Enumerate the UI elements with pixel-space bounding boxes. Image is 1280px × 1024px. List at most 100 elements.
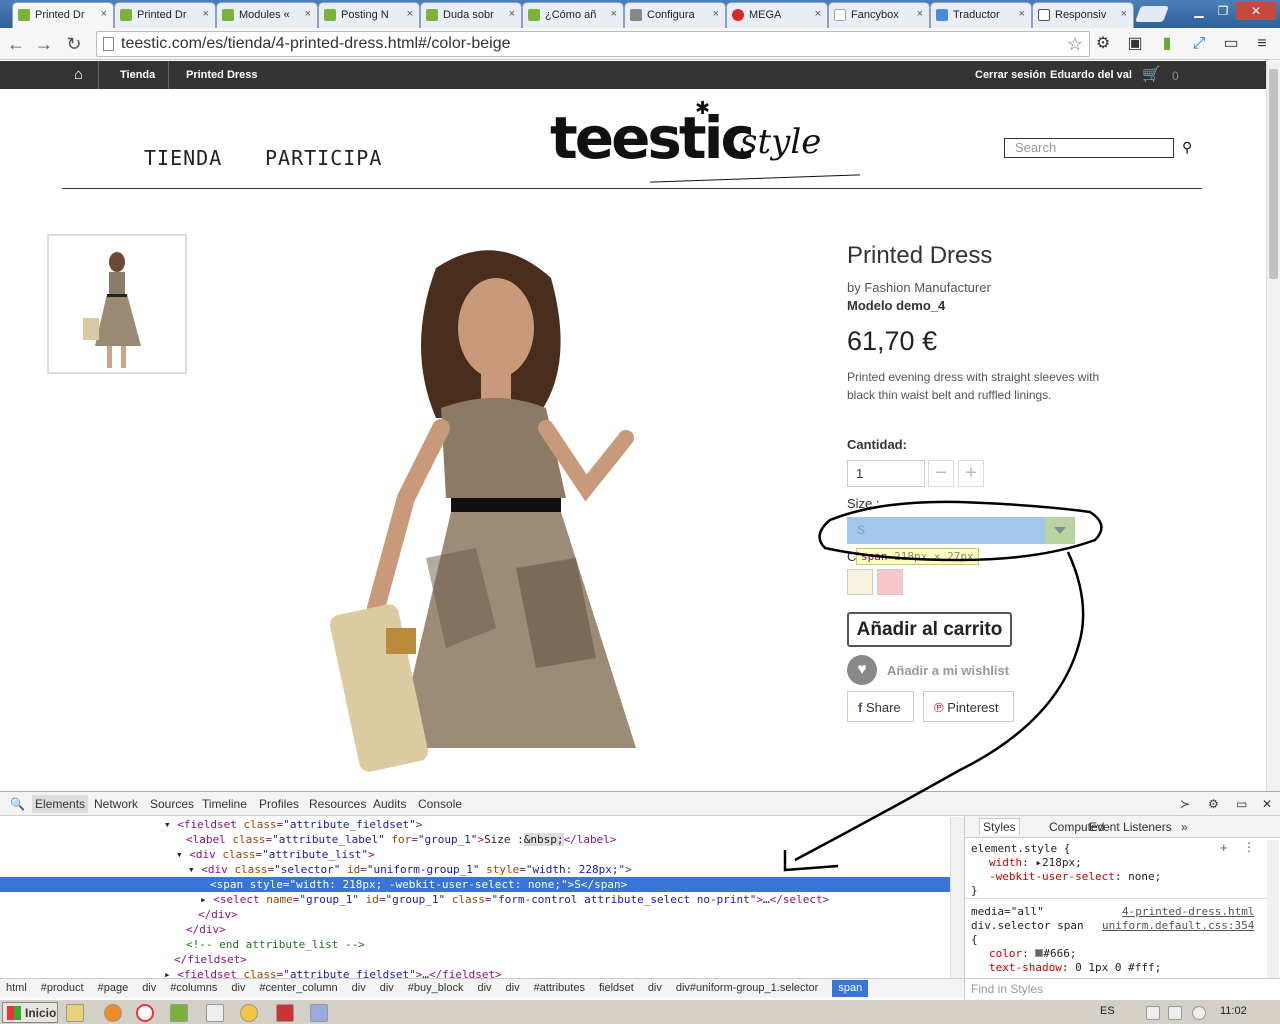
dom-node[interactable]: </div> bbox=[198, 907, 238, 922]
close-tab-icon[interactable]: × bbox=[917, 8, 923, 20]
dom-node[interactable]: <!-- end attribute_list --> bbox=[186, 937, 365, 952]
browser-tab[interactable]: Configura × bbox=[624, 2, 726, 28]
css-property[interactable]: width: ▸218px; bbox=[989, 856, 1082, 869]
dom-breadcrumb-item[interactable]: #columns bbox=[170, 982, 217, 994]
close-tab-icon[interactable]: × bbox=[305, 8, 311, 20]
dom-node[interactable]: ▸ <select name="group_1" id="group_1" cl… bbox=[200, 892, 829, 907]
more-tabs-icon[interactable]: » bbox=[1181, 820, 1188, 834]
dom-breadcrumb-item[interactable]: #buy_block bbox=[408, 982, 464, 994]
dom-breadcrumb-item[interactable]: div bbox=[231, 982, 245, 994]
wishlist-link[interactable]: Añadir a mi wishlist bbox=[887, 663, 1009, 678]
browser-tab[interactable]: Printed Dr × bbox=[12, 2, 114, 28]
menu-icon[interactable]: ≡ bbox=[1252, 34, 1272, 54]
dom-breadcrumb-item[interactable]: div bbox=[506, 982, 520, 994]
new-tab-button[interactable] bbox=[1135, 6, 1169, 22]
volume-icon[interactable] bbox=[1192, 1006, 1206, 1020]
tab-timeline[interactable]: Timeline bbox=[202, 797, 247, 811]
tab-audits[interactable]: Audits bbox=[373, 797, 406, 811]
quantity-minus-button[interactable]: − bbox=[928, 460, 954, 487]
browser-tab[interactable]: Duda sobr × bbox=[420, 2, 522, 28]
heart-icon[interactable]: ♥ bbox=[847, 655, 877, 685]
folder-icon[interactable] bbox=[66, 1004, 84, 1022]
tab-resources[interactable]: Resources bbox=[309, 797, 366, 811]
close-tab-icon[interactable]: × bbox=[611, 8, 617, 20]
menu-tienda[interactable]: TIENDA bbox=[144, 146, 222, 170]
browser-tab[interactable]: Traductor × bbox=[930, 2, 1032, 28]
dom-node[interactable]: </div> bbox=[186, 922, 226, 937]
language-indicator[interactable]: ES bbox=[1100, 1005, 1115, 1017]
dom-breadcrumb-item[interactable]: html bbox=[6, 982, 27, 994]
back-icon[interactable]: ← bbox=[4, 32, 28, 56]
page-scrollbar[interactable] bbox=[1266, 61, 1280, 791]
css-property[interactable]: -webkit-user-select: none; bbox=[989, 870, 1161, 883]
chrome-icon[interactable] bbox=[136, 1004, 154, 1022]
close-tab-icon[interactable]: × bbox=[713, 8, 719, 20]
extension-icon[interactable]: ⤢ bbox=[1189, 34, 1209, 54]
dom-node[interactable]: ▾ <div class="selector" id="uniform-grou… bbox=[188, 862, 632, 877]
settings-gear-icon[interactable]: ⚙ bbox=[1208, 797, 1219, 811]
breadcrumb-tienda[interactable]: Tienda bbox=[120, 69, 155, 81]
close-window-icon[interactable]: ✕ bbox=[1236, 2, 1276, 20]
browser-tab[interactable]: Modules « × bbox=[216, 2, 318, 28]
cart-icon[interactable]: 🛒 bbox=[1142, 65, 1161, 83]
product-thumbnail[interactable] bbox=[47, 234, 187, 374]
dom-breadcrumb-item[interactable]: #center_column bbox=[259, 982, 337, 994]
scrollbar-thumb[interactable] bbox=[1269, 69, 1278, 279]
color-swatch-pink[interactable] bbox=[877, 569, 903, 595]
browser-tab[interactable]: Fancybox × bbox=[828, 2, 930, 28]
inspect-search-icon[interactable]: 🔍 bbox=[10, 797, 25, 811]
dom-node[interactable]: </fieldset> bbox=[174, 952, 247, 967]
tab-elements[interactable]: Elements bbox=[32, 795, 89, 813]
clock[interactable]: 11:02 bbox=[1220, 1005, 1247, 1017]
dom-tree[interactable]: ▾ <fieldset class="attribute_fieldset"> … bbox=[0, 817, 964, 987]
address-bar[interactable]: teestic.com/es/tienda/4-printed-dress.ht… bbox=[96, 31, 1090, 57]
dom-breadcrumb-item[interactable]: div bbox=[648, 982, 662, 994]
chevron-down-icon[interactable] bbox=[1045, 517, 1075, 544]
dom-breadcrumb-item[interactable]: div bbox=[352, 982, 366, 994]
tab-profiles[interactable]: Profiles bbox=[259, 797, 299, 811]
browser-tab[interactable]: Responsiv × bbox=[1032, 2, 1134, 28]
dom-breadcrumb-item[interactable]: div#uniform-group_1.selector bbox=[676, 982, 818, 994]
extension-icon[interactable]: ▣ bbox=[1125, 34, 1145, 54]
user-link[interactable]: Eduardo del val bbox=[1050, 69, 1132, 81]
dom-breadcrumb-item[interactable]: #attributes bbox=[534, 982, 585, 994]
toggle-state-icon[interactable]: ⋮ bbox=[1243, 840, 1255, 854]
dom-node[interactable]: <label class="attribute_label" for="grou… bbox=[186, 832, 617, 847]
browser-tab[interactable]: Posting N × bbox=[318, 2, 420, 28]
dom-scrollbar[interactable] bbox=[950, 817, 964, 987]
tab-sources[interactable]: Sources bbox=[150, 797, 194, 811]
extension-icon[interactable]: ▭ bbox=[1221, 34, 1241, 54]
close-tab-icon[interactable]: × bbox=[1121, 8, 1127, 20]
console-drawer-icon[interactable]: ≻ bbox=[1180, 797, 1190, 811]
dom-node[interactable]: ▾ <fieldset class="attribute_fieldset"> bbox=[164, 817, 422, 832]
dom-breadcrumb-item[interactable]: div bbox=[142, 982, 156, 994]
color-swatch-beige[interactable] bbox=[847, 569, 873, 595]
close-tab-icon[interactable]: × bbox=[1019, 8, 1025, 20]
dom-breadcrumb-item[interactable]: #page bbox=[98, 982, 129, 994]
dom-breadcrumb-item[interactable]: fieldset bbox=[599, 982, 634, 994]
product-main-image[interactable] bbox=[196, 228, 816, 794]
minimize-icon[interactable]: ▁ bbox=[1186, 2, 1212, 20]
browser-tab[interactable]: ¿Cómo añ × bbox=[522, 2, 624, 28]
app-icon[interactable] bbox=[206, 1004, 224, 1022]
quantity-plus-button[interactable]: + bbox=[958, 460, 984, 487]
dom-breadcrumb-item[interactable]: #product bbox=[41, 982, 84, 994]
dom-node[interactable]: ▾ <div class="attribute_list"> bbox=[176, 847, 375, 862]
dom-breadcrumb-item[interactable]: span bbox=[832, 980, 869, 997]
site-logo[interactable]: teestic style ✱ bbox=[550, 98, 860, 184]
settings-gear-icon[interactable]: ⚙ bbox=[1093, 34, 1113, 54]
add-rule-icon[interactable]: + bbox=[1220, 840, 1228, 855]
close-tab-icon[interactable]: × bbox=[203, 8, 209, 20]
dom-node-selected[interactable]: <span style="width: 218px; -webkit-user-… bbox=[0, 877, 950, 892]
reload-icon[interactable]: ↻ bbox=[62, 32, 86, 56]
tab-console[interactable]: Console bbox=[418, 797, 462, 811]
tab-styles[interactable]: Styles bbox=[979, 818, 1020, 835]
menu-participa[interactable]: PARTICIPA bbox=[265, 146, 382, 170]
start-button[interactable]: Inicio bbox=[2, 1002, 58, 1023]
quantity-input[interactable]: 1 bbox=[847, 460, 925, 487]
css-source-link[interactable]: uniform.default.css:354 bbox=[1102, 919, 1254, 932]
close-icon[interactable]: ✕ bbox=[1262, 797, 1272, 811]
bookmark-star-icon[interactable]: ☆ bbox=[1067, 34, 1083, 55]
css-property[interactable]: text-shadow: 0 1px 0 #fff; bbox=[989, 961, 1161, 974]
search-icon[interactable]: ⚲ bbox=[1182, 139, 1192, 156]
